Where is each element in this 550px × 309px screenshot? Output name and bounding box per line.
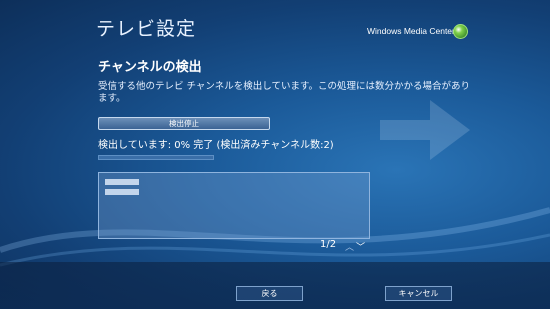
stop-scan-button[interactable]: 検出停止 xyxy=(98,117,270,130)
scan-status-text: 検出しています: 0% 完了 (検出済みチャンネル数:2) xyxy=(98,140,334,151)
brand-text: Windows Media Center xyxy=(367,26,455,36)
channel-results-list[interactable] xyxy=(98,172,370,239)
page-indicator: 1/2 xyxy=(320,239,337,250)
list-item[interactable] xyxy=(105,179,139,185)
description-text: 受信する他のテレビ チャンネルを検出しています。この処理には数分かかる場合があり… xyxy=(98,81,471,104)
windows-logo-icon xyxy=(453,24,468,39)
chevron-up-icon[interactable]: ︿ xyxy=(345,240,354,253)
page-title: テレビ設定 xyxy=(96,18,197,40)
chevron-down-icon[interactable]: ﹀ xyxy=(356,240,365,253)
list-item[interactable] xyxy=(105,189,139,195)
scan-progress-bar xyxy=(98,155,214,160)
cancel-button[interactable]: キャンセル xyxy=(385,286,452,301)
background-arrow-graphic xyxy=(380,100,470,160)
section-title: チャンネルの検出 xyxy=(98,60,202,75)
back-button[interactable]: 戻る xyxy=(236,286,303,301)
